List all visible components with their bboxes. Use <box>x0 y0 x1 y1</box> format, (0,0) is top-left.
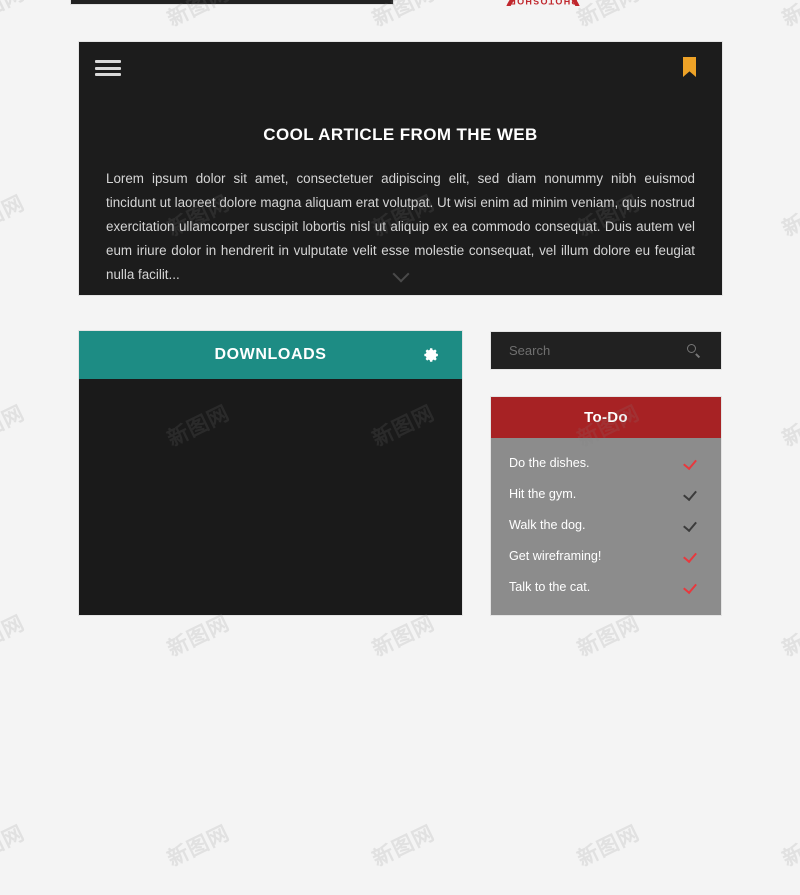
downloads-card: DOWNLOADS <box>78 330 463 616</box>
downloads-header: DOWNLOADS <box>79 331 462 379</box>
photoshop-logo-fragment: PHOTOSHOP <box>497 0 589 6</box>
todo-header: To-Do <box>491 397 721 438</box>
downloads-title: DOWNLOADS <box>214 346 327 363</box>
watermark-text: 新图网 <box>778 190 800 242</box>
photoshop-logo-label: PHOTOSHOP <box>508 0 578 6</box>
todo-item[interactable]: Do the dishes. <box>491 447 721 478</box>
check-icon[interactable] <box>685 488 699 500</box>
chevron-down-icon[interactable] <box>393 268 409 277</box>
todo-item-label: Get wireframing! <box>509 548 602 563</box>
todo-item-label: Hit the gym. <box>509 486 577 501</box>
watermark-text: 新图网 <box>163 820 234 872</box>
check-icon[interactable] <box>685 457 699 469</box>
todo-title: To-Do <box>584 409 628 426</box>
watermark-text: 新图网 <box>573 820 644 872</box>
search-icon[interactable] <box>687 343 701 358</box>
downloads-body <box>79 379 462 615</box>
todo-item-label: Talk to the cat. <box>509 579 591 594</box>
cropped-top-bar <box>70 0 394 5</box>
todo-list: Do the dishes. Hit the gym. Walk the dog. G… <box>491 438 721 602</box>
watermark-text: 新图网 <box>0 610 29 662</box>
todo-item[interactable]: Walk the dog. <box>491 509 721 540</box>
watermark-text: 新图网 <box>778 0 800 32</box>
check-icon[interactable] <box>685 519 699 531</box>
todo-item[interactable]: Hit the gym. <box>491 478 721 509</box>
todo-item[interactable]: Talk to the cat. <box>491 571 721 602</box>
todo-item[interactable]: Get wireframing! <box>491 540 721 571</box>
article-title: COOL ARTICLE FROM THE WEB <box>263 125 538 144</box>
article-card: COOL ARTICLE FROM THE WEB Lorem ipsum do… <box>78 41 723 296</box>
todo-item-label: Do the dishes. <box>509 455 590 470</box>
bookmark-icon[interactable] <box>683 57 696 77</box>
watermark-text: 新图网 <box>778 610 800 662</box>
check-icon[interactable] <box>685 581 699 593</box>
todo-item-label: Walk the dog. <box>509 517 586 532</box>
hamburger-menu-icon[interactable] <box>95 58 121 78</box>
watermark-text: 新图网 <box>0 820 29 872</box>
search-input[interactable] <box>491 343 687 358</box>
check-icon[interactable] <box>685 550 699 562</box>
watermark-text: 新图网 <box>778 400 800 452</box>
watermark-text: 新图网 <box>778 820 800 872</box>
watermark-text: 新图网 <box>0 0 29 32</box>
watermark-text: 新图网 <box>368 820 439 872</box>
search-box[interactable] <box>490 331 722 370</box>
article-toolbar <box>79 42 722 98</box>
gear-icon[interactable] <box>423 347 440 364</box>
todo-card: To-Do Do the dishes. Hit the gym. Walk the… <box>490 396 722 616</box>
watermark-text: 新图网 <box>0 400 29 452</box>
watermark-text: 新图网 <box>0 190 29 242</box>
